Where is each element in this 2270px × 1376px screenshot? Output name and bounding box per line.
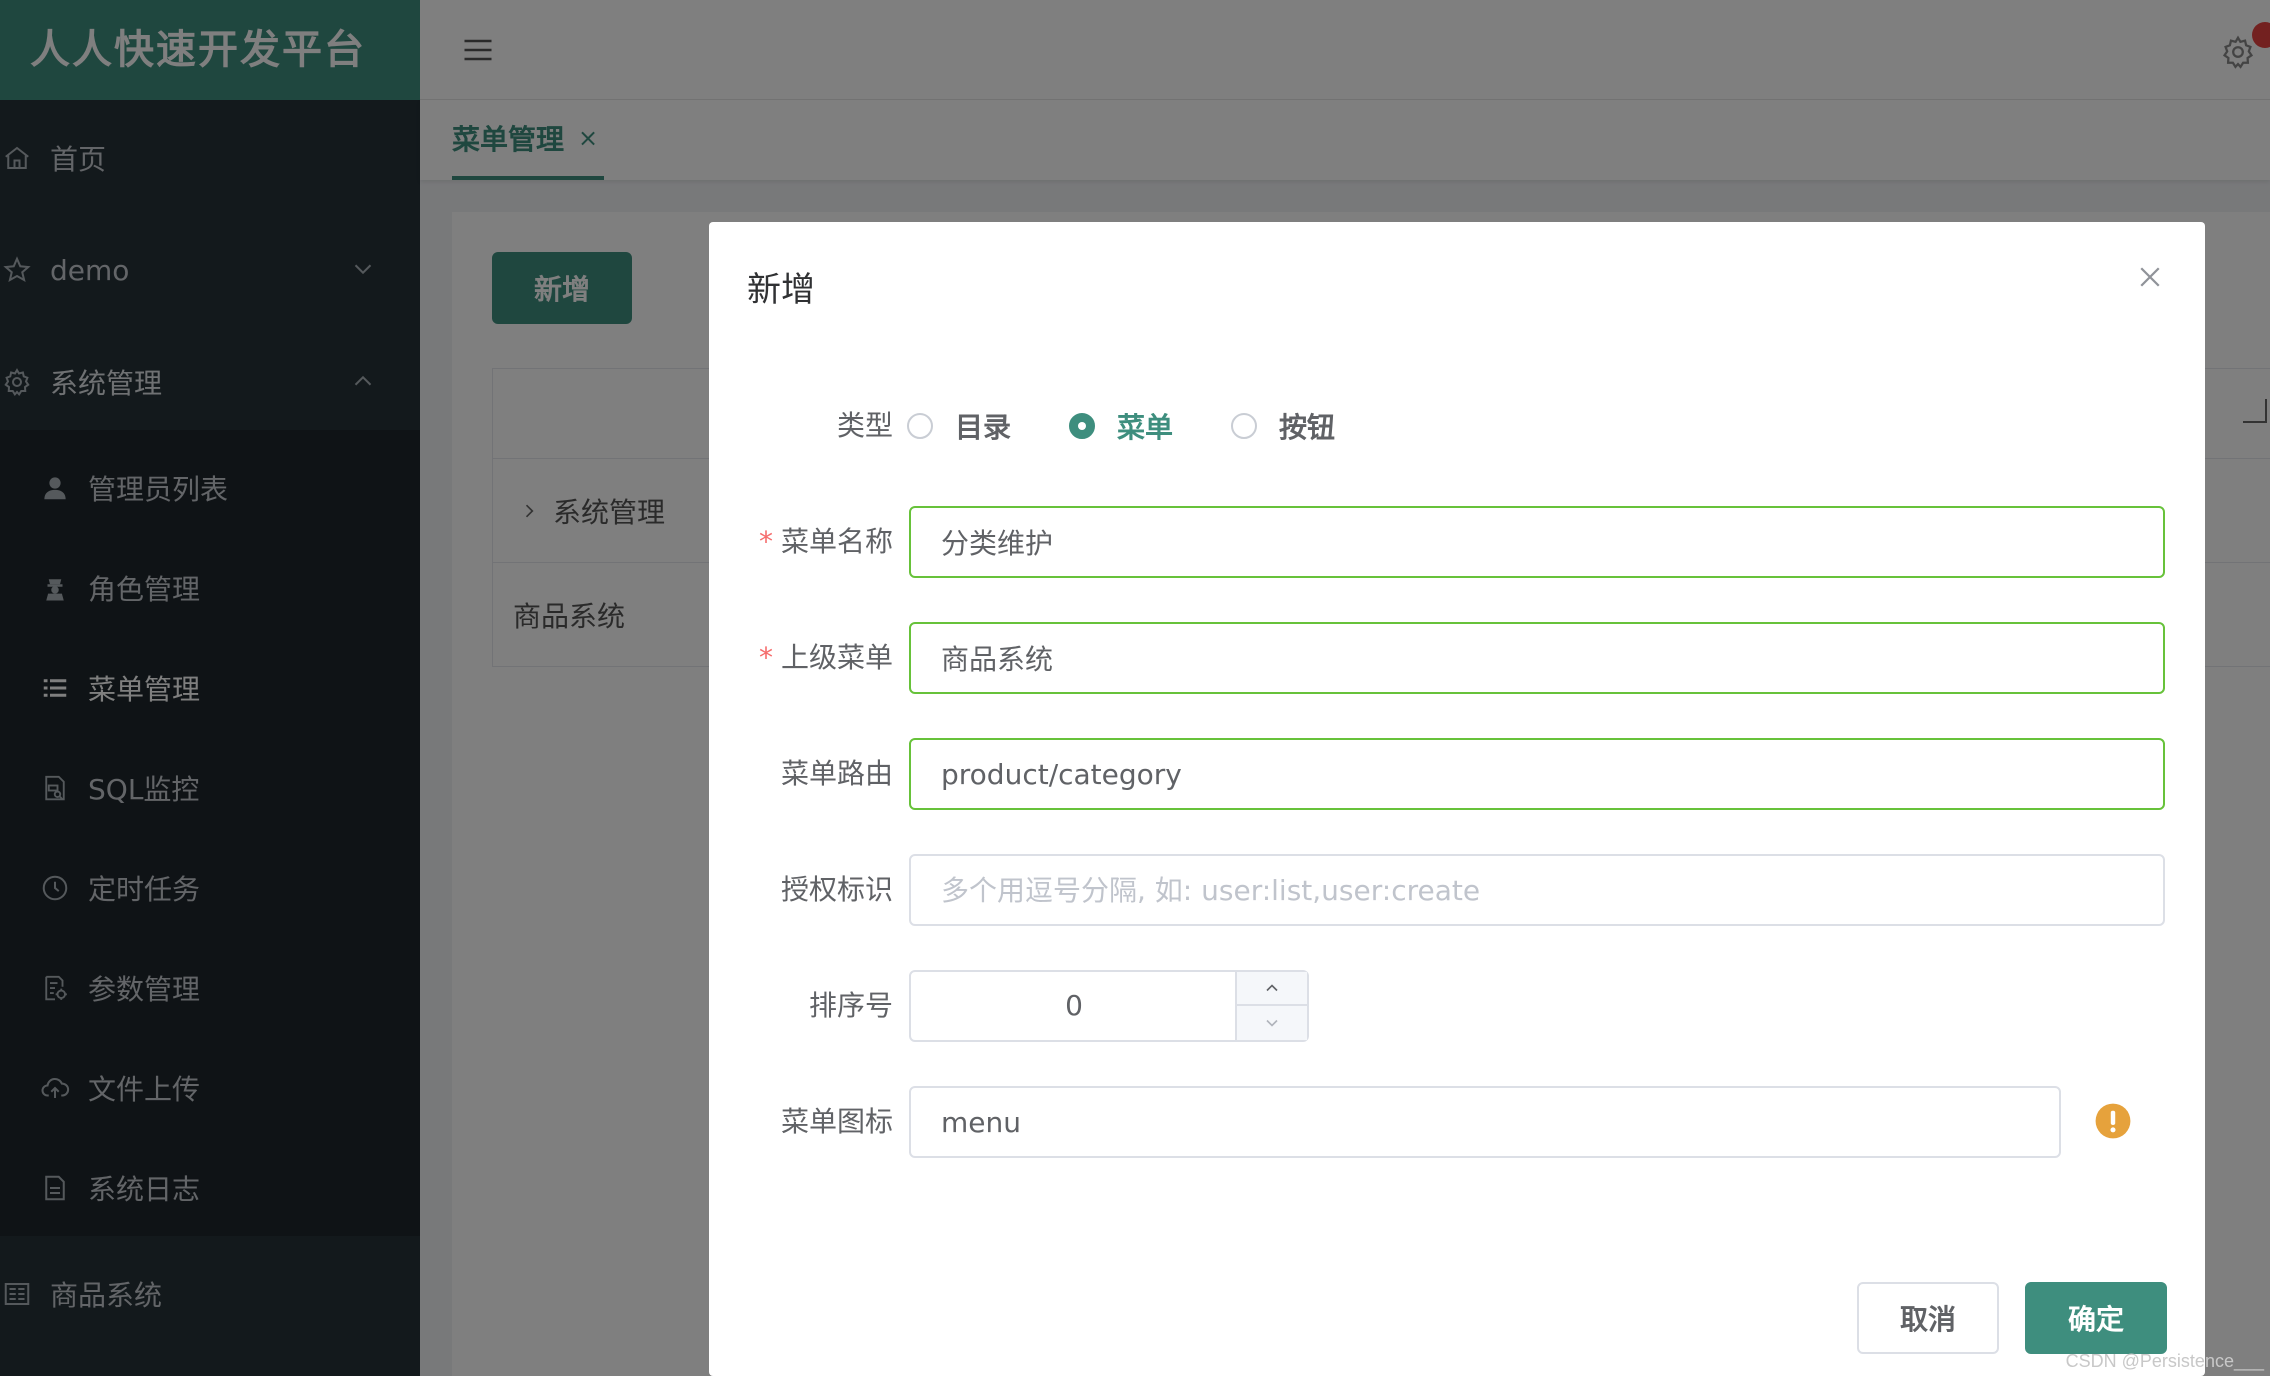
cancel-button[interactable]: 取消 [1857, 1282, 1999, 1354]
type-radio-group: 目录 菜单 按钮 [907, 390, 1393, 462]
watermark: CSDN @Persistence___ [2065, 1351, 2264, 1371]
add-menu-dialog: 新增 类型 目录 菜单 按钮 *菜单名称 *上级菜单 菜单路由 [709, 222, 2205, 1376]
increase-button[interactable] [1237, 972, 1307, 1006]
parent-menu-label: * 上级菜单 [759, 622, 893, 694]
form-row-parent: * 上级菜单 [709, 622, 2205, 694]
radio-circle[interactable] [907, 413, 933, 439]
warning-icon[interactable] [2094, 1102, 2132, 1140]
order-stepper[interactable]: 0 [909, 970, 1309, 1042]
order-label: 排序号 [808, 989, 893, 1022]
stepper-buttons [1235, 972, 1307, 1040]
form-row-url: 菜单路由 [709, 738, 2205, 810]
required-mark: * [758, 641, 773, 674]
chevron-up-icon [1266, 984, 1278, 992]
radio-menu[interactable]: 菜单 [1069, 406, 1173, 446]
radio-directory[interactable]: 目录 [907, 406, 1011, 446]
label-text: 上级菜单 [780, 641, 893, 674]
radio-label: 目录 [955, 411, 1012, 444]
radio-circle[interactable] [1231, 413, 1258, 439]
form-row-type: 类型 目录 菜单 按钮 [709, 390, 2205, 462]
menu-name-input[interactable] [909, 506, 2165, 578]
radio-label: 按钮 [1279, 411, 1336, 444]
form-row-order: 排序号 0 [709, 970, 2205, 1042]
type-label: 类型 [836, 409, 893, 442]
required-mark: * [758, 525, 773, 558]
dialog-title: 新增 [747, 270, 815, 310]
label-text: 菜单名称 [780, 525, 893, 558]
menu-icon-input[interactable] [909, 1086, 2061, 1158]
radio-circle[interactable] [1069, 413, 1096, 439]
radio-button[interactable]: 按钮 [1231, 406, 1335, 446]
close-icon[interactable] [2135, 262, 2165, 292]
menu-route-label: 菜单路由 [780, 757, 893, 790]
parent-menu-input[interactable] [909, 622, 2165, 694]
menu-name-label: * 菜单名称 [759, 506, 893, 578]
menu-route-input[interactable] [909, 738, 2165, 810]
form-row-icon: 菜单图标 [709, 1086, 2205, 1158]
radio-label: 菜单 [1117, 411, 1174, 444]
decrease-button[interactable] [1237, 1006, 1307, 1040]
chevron-down-icon [1266, 1019, 1278, 1027]
confirm-button[interactable]: 确定 [2025, 1282, 2167, 1354]
perms-input[interactable] [909, 854, 2165, 926]
order-value[interactable]: 0 [911, 972, 1237, 1040]
form-row-perms: 授权标识 [709, 854, 2205, 926]
form-row-name: * 菜单名称 [709, 506, 2205, 578]
perms-label: 授权标识 [780, 873, 893, 906]
menu-icon-label: 菜单图标 [780, 1105, 893, 1138]
